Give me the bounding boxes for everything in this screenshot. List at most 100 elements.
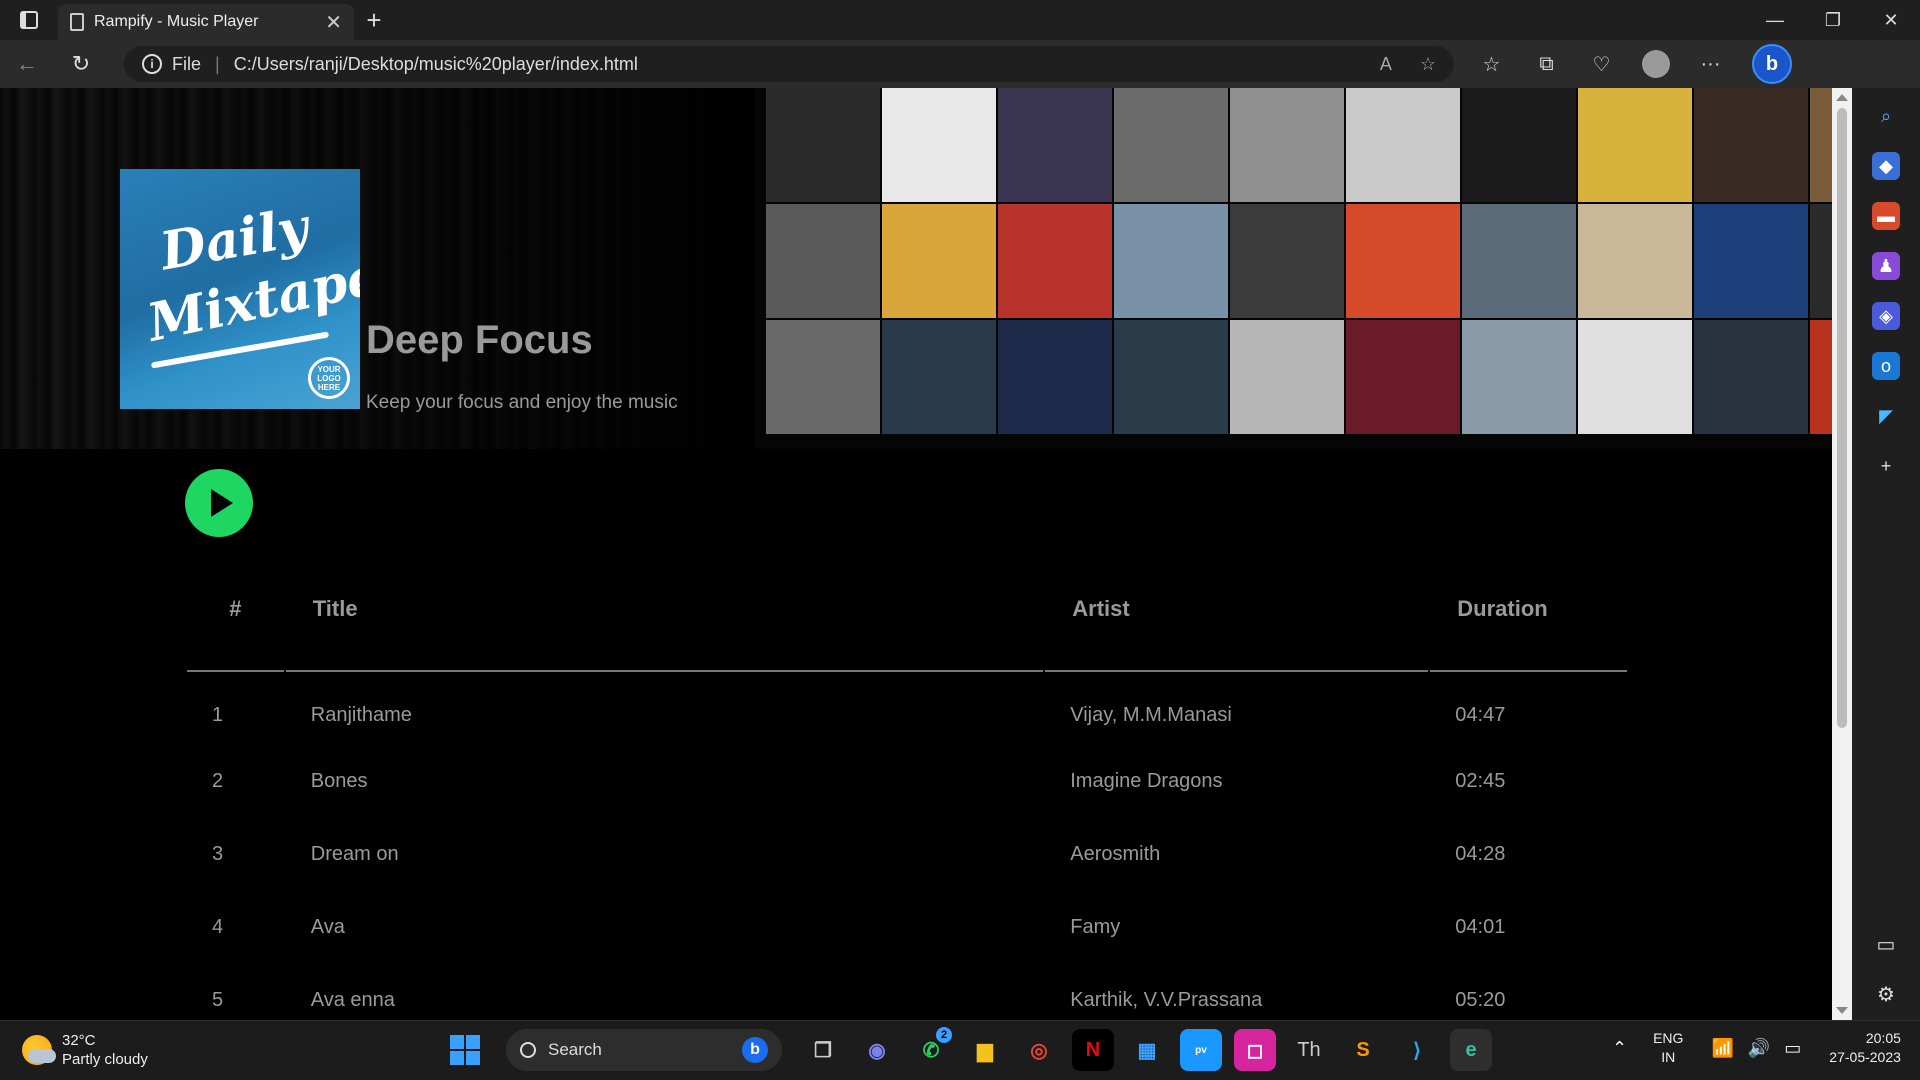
album-art-tile — [998, 88, 1112, 202]
scrollbar-thumb[interactable] — [1837, 108, 1847, 728]
microsoft-store-icon[interactable]: ▦ — [1126, 1029, 1168, 1071]
document-icon — [70, 13, 84, 31]
reload-button[interactable]: ↻ — [54, 40, 108, 88]
games-icon[interactable]: ♟ — [1872, 252, 1900, 280]
track-artist: Vijay, M.M.Manasi — [1070, 704, 1232, 726]
track-title: Ava enna — [310, 989, 395, 1011]
new-tab-button[interactable]: + — [354, 0, 394, 40]
cover-logo-badge: YOUR LOGO HERE — [308, 357, 350, 399]
bing-chat-icon[interactable]: b — [1752, 44, 1792, 84]
clock-time: 20:05 — [1865, 1030, 1901, 1046]
track-row[interactable]: 5 Ava enna Karthik, V.V.Prassana 05:20 — [187, 964, 1627, 1020]
sublime-text-icon[interactable]: S — [1342, 1029, 1384, 1071]
collections-icon[interactable]: ⧉ — [1519, 53, 1574, 76]
more-menu-icon[interactable]: ··· — [1683, 53, 1738, 76]
clock-date: 27-05-2023 — [1829, 1049, 1901, 1065]
browser-tab[interactable]: Rampify - Music Player ✕ — [58, 4, 354, 40]
windows-logo-icon — [450, 1035, 480, 1065]
tab-title: Rampify - Music Player — [94, 13, 259, 30]
track-title: Dream on — [310, 843, 399, 865]
wifi-icon[interactable]: 📶 — [1711, 1038, 1733, 1059]
album-art-tile — [882, 88, 996, 202]
add-favorite-icon[interactable]: ☆ — [1420, 54, 1436, 75]
scroll-down-arrow[interactable] — [1836, 1007, 1848, 1014]
system-tray: ⌃ ENG IN 📶 🔊 ▭ 20:05 27-05-2023 — [1612, 1029, 1901, 1067]
track-title: Ranjithame — [310, 704, 412, 726]
back-button[interactable]: ← — [0, 40, 54, 88]
whatsapp-icon[interactable]: ✆ 2 — [910, 1027, 952, 1071]
track-row[interactable]: 2 Bones Imagine Dragons 02:45 — [187, 745, 1627, 818]
partly-cloudy-icon — [22, 1035, 56, 1065]
album-art-tile — [1230, 204, 1344, 318]
windows-taskbar: 32°C Partly cloudy Search b ❐ ◉ ✆ 2 ▆ ◎ N… — [0, 1020, 1920, 1080]
taskbar-search[interactable]: Search b — [506, 1029, 782, 1071]
playlist-banner: Daily Mixtape YOUR LOGO HERE Deep Focus … — [0, 88, 1832, 449]
track-artist: Imagine Dragons — [1070, 770, 1223, 792]
show-hidden-icons-icon[interactable]: ⌃ — [1612, 1038, 1627, 1059]
album-collage — [766, 88, 1832, 449]
album-art-tile — [1694, 88, 1808, 202]
track-row[interactable]: 1 Ranjithame Vijay, M.M.Manasi 04:47 — [187, 672, 1627, 745]
battery-icon[interactable]: ▭ — [1784, 1038, 1801, 1059]
tab-actions-button[interactable] — [0, 0, 58, 40]
font-app-icon[interactable]: Th — [1288, 1029, 1330, 1071]
add-sidebar-app-icon[interactable]: + — [1872, 452, 1900, 480]
search-icon[interactable]: ⌕ — [1872, 102, 1900, 130]
track-row[interactable]: 3 Dream on Aerosmith 04:28 — [187, 818, 1627, 891]
outlook-icon[interactable]: o — [1872, 352, 1900, 380]
settings-gear-icon[interactable]: ⚙ — [1872, 980, 1900, 1008]
teams-chat-icon[interactable]: ◉ — [856, 1029, 898, 1071]
clock[interactable]: 20:05 27-05-2023 — [1829, 1029, 1901, 1067]
tools-icon[interactable]: ▬ — [1872, 202, 1900, 230]
album-art-tile — [1810, 204, 1832, 318]
play-button[interactable] — [185, 469, 253, 537]
edge-browser-icon[interactable]: e — [1450, 1029, 1492, 1071]
track-row[interactable]: 4 Ava Famy 04:01 — [187, 891, 1627, 964]
profile-avatar[interactable] — [1642, 50, 1670, 78]
album-art-tile — [766, 320, 880, 434]
track-duration: 04:28 — [1455, 843, 1506, 865]
drop-icon[interactable]: ◤ — [1872, 402, 1900, 430]
album-art-tile — [1114, 204, 1228, 318]
album-art-tile — [882, 320, 996, 434]
task-view-icon[interactable]: ❐ — [802, 1029, 844, 1071]
address-bar[interactable]: i File | C:/Users/ranji/Desktop/music%20… — [124, 46, 1454, 82]
shopping-icon[interactable]: ◆ — [1872, 152, 1900, 180]
microsoft365-icon[interactable]: ◈ — [1872, 302, 1900, 330]
track-artist: Karthik, V.V.Prassana — [1070, 989, 1263, 1011]
chrome-icon[interactable]: ◎ — [1018, 1029, 1060, 1071]
window-controls: — ❐ ✕ — [1746, 0, 1920, 40]
prime-video-icon[interactable]: pv — [1180, 1029, 1222, 1071]
page-scrollbar[interactable] — [1832, 88, 1852, 1020]
track-title: Ava — [310, 916, 345, 938]
tab-close-icon[interactable]: ✕ — [325, 10, 342, 35]
weather-widget[interactable]: 32°C Partly cloudy — [22, 1031, 148, 1069]
playlist-title: Deep Focus — [366, 318, 593, 362]
restore-button[interactable]: ❐ — [1804, 0, 1862, 40]
close-window-button[interactable]: ✕ — [1862, 0, 1920, 40]
album-art-tile — [1346, 320, 1460, 434]
start-button[interactable] — [444, 1029, 486, 1071]
file-explorer-icon[interactable]: ▆ — [964, 1029, 1006, 1071]
read-aloud-icon[interactable]: A — [1380, 54, 1392, 75]
language-line2: IN — [1661, 1049, 1676, 1065]
volume-icon[interactable]: 🔊 — [1748, 1038, 1770, 1059]
album-art-tile — [1810, 320, 1832, 434]
netflix-icon[interactable]: N — [1072, 1029, 1114, 1071]
minimize-button[interactable]: — — [1746, 0, 1804, 40]
track-title: Bones — [310, 770, 368, 792]
language-indicator[interactable]: ENG IN — [1653, 1029, 1683, 1067]
album-art-tile — [1114, 88, 1228, 202]
address-url[interactable]: C:/Users/ranji/Desktop/music%20player/in… — [234, 54, 1352, 75]
vscode-icon[interactable]: ⟩ — [1396, 1029, 1438, 1071]
track-duration: 04:01 — [1455, 916, 1506, 938]
info-icon[interactable]: i — [142, 54, 162, 74]
scroll-up-arrow[interactable] — [1836, 94, 1848, 101]
music-player-page: Daily Mixtape YOUR LOGO HERE Deep Focus … — [0, 88, 1832, 1020]
hide-sidebar-icon[interactable]: ▭ — [1872, 930, 1900, 958]
browser-essentials-icon[interactable]: ♡ — [1574, 52, 1629, 77]
instagram-icon[interactable]: ◻ — [1234, 1029, 1276, 1071]
album-art-tile — [1346, 88, 1460, 202]
album-art-tile — [998, 204, 1112, 318]
favorites-icon[interactable]: ☆ — [1464, 52, 1519, 77]
